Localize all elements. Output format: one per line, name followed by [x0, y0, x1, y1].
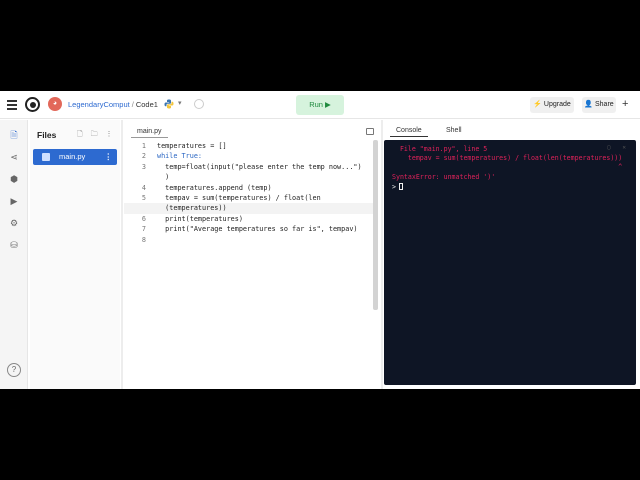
files-title: Files — [37, 130, 57, 140]
loading-icon — [194, 99, 204, 109]
breadcrumb-separator: / — [131, 100, 134, 109]
console-cursor — [398, 183, 403, 190]
avatar[interactable]: ◕ — [48, 97, 62, 111]
code-line: 4 temperatures.append (temp) — [141, 183, 272, 192]
code-line-current: (temperatures)) — [124, 203, 374, 214]
run-button[interactable]: Run ▶ — [296, 95, 344, 115]
prompt-symbol: > — [392, 183, 396, 191]
file-actions-icons[interactable]: 🗋 🗀 ⋮ — [77, 130, 116, 141]
console-actions-icons[interactable]: ▢ ✕ — [607, 144, 630, 151]
help-icon[interactable]: ? — [7, 363, 21, 377]
code-area[interactable]: 1 temperatures = [] 2 while True: 3 temp=f… — [124, 141, 374, 245]
packages-icon[interactable]: ⬢ — [7, 172, 21, 186]
console-tabs: Console Shell — [384, 120, 640, 140]
code-editor[interactable]: main.py 1 temperatures = [] 2 while True: … — [124, 120, 380, 389]
python-file-icon — [42, 153, 50, 161]
code-line: 1 temperatures = [] — [141, 142, 227, 150]
console-error: SyntaxError: unmatched ')' — [392, 173, 496, 181]
pane-splitter[interactable] — [121, 120, 123, 389]
files-pane: Files 🗋 🗀 ⋮ main.py ⋮ — [30, 120, 120, 389]
share-label: Share — [594, 101, 614, 108]
code-line: 5 tempav = sum(temperatures) / float(len — [141, 193, 321, 202]
menu-icon[interactable] — [7, 100, 17, 110]
code-line: 7 print("Average temperatures so far is"… — [141, 225, 358, 234]
console-line: ^ — [392, 163, 623, 171]
editor-scrollbar[interactable] — [373, 140, 378, 310]
upgrade-button[interactable]: ⚡ Upgrade — [530, 97, 574, 113]
top-bar: ◕ LegendaryComput / Code1 ▾ Run ▶ ⚡ Upgrad… — [0, 91, 640, 119]
code-line: 8 — [141, 235, 146, 244]
left-rail: 🗎 ⋖ ⬢ ▶ ⚙ ⛁ ? — [0, 120, 28, 389]
editor-tab[interactable]: main.py — [131, 125, 168, 138]
file-name: main.py — [59, 152, 86, 161]
new-button[interactable]: + — [622, 97, 628, 111]
replit-workspace: ◕ LegendaryComput / Code1 ▾ Run ▶ ⚡ Upgrad… — [0, 91, 640, 389]
share-button[interactable]: 👤 Share — [582, 97, 616, 113]
chevron-down-icon[interactable]: ▾ — [178, 99, 182, 107]
files-icon[interactable]: 🗎 — [7, 128, 21, 142]
database-icon[interactable]: ⛁ — [7, 238, 21, 252]
replit-logo-icon[interactable] — [25, 97, 40, 112]
file-menu-icon[interactable]: ⋮ — [105, 149, 113, 165]
code-line: 3 temp=float(input("please enter the tem… — [141, 162, 362, 171]
console-output[interactable]: ▢ ✕ File "main.py", line 5 tempav = sum(… — [384, 140, 636, 385]
python-language-icon — [164, 99, 174, 109]
breadcrumb: LegendaryComput / Code1 — [68, 100, 158, 109]
tab-console[interactable]: Console — [390, 124, 428, 137]
code-line: 6 print(temperatures) — [141, 214, 243, 223]
code-line: 2 while True: — [141, 152, 203, 161]
breadcrumb-user[interactable]: LegendaryComput — [68, 100, 130, 109]
console-line: tempav = sum(temperatures) / float(len(t… — [392, 154, 623, 162]
repl-name[interactable]: Code1 — [136, 100, 158, 109]
code-line: ) — [157, 173, 170, 182]
tab-shell[interactable]: Shell — [440, 124, 468, 137]
console-line: File "main.py", line 5 — [392, 145, 488, 153]
editor-layout-icon[interactable] — [366, 128, 374, 135]
settings-icon[interactable]: ⚙ — [7, 216, 21, 230]
pane-splitter[interactable] — [381, 120, 383, 389]
debugger-icon[interactable]: ▶ — [7, 194, 21, 208]
upgrade-label: Upgrade — [543, 101, 571, 108]
file-item[interactable]: main.py ⋮ — [33, 149, 117, 165]
console-prompt[interactable]: > — [392, 183, 403, 191]
share-icon[interactable]: ⋖ — [7, 150, 21, 164]
